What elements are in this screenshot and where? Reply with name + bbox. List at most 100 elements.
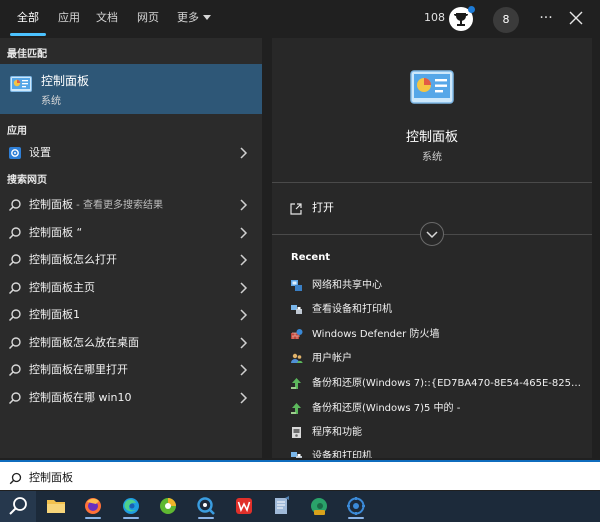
- programs-features-icon: [290, 424, 303, 438]
- edge-icon[interactable]: [116, 494, 146, 519]
- user-accounts-icon: [290, 350, 303, 363]
- recent-item[interactable]: Windows Defender 防火墙: [272, 322, 592, 344]
- green-app-icon[interactable]: [153, 494, 183, 519]
- web-result-query: 控制面板: [29, 198, 73, 211]
- rewards-points: 108: [424, 11, 445, 24]
- backup-restore-icon: [290, 375, 303, 389]
- open-action[interactable]: 打开: [272, 196, 592, 218]
- web-result-3[interactable]: 控制面板主页: [0, 274, 262, 300]
- web-result-1[interactable]: 控制面板 “: [0, 219, 262, 245]
- recent-item[interactable]: 网络和共享中心: [272, 273, 592, 295]
- chevron-down-icon: [203, 15, 211, 20]
- search-icon: [8, 280, 22, 295]
- app-result-label: 设置: [29, 146, 51, 159]
- active-tab-indicator: [10, 33, 46, 36]
- edge-dev-icon[interactable]: [304, 494, 334, 519]
- wps-icon[interactable]: [229, 494, 259, 519]
- avatar[interactable]: 8: [493, 7, 519, 33]
- firewall-icon: [290, 326, 303, 339]
- devices-printers-icon: [290, 448, 303, 458]
- web-result-4[interactable]: 控制面板1: [0, 301, 262, 327]
- recent-heading: Recent: [291, 252, 331, 263]
- taskbar-search-button[interactable]: [0, 491, 36, 522]
- search-icon: [8, 225, 22, 240]
- recent-item-label: 备份和还原(Windows 7)::{ED7BA470-8E54-465E-82…: [312, 378, 584, 389]
- results-pane: 最佳匹配 控制面板 系统 应用 设置 搜索网页 控制面板 - 查看更多搜索结果 …: [0, 38, 262, 458]
- web-result-label: 控制面板1: [29, 308, 80, 321]
- backup-restore-icon: [290, 400, 303, 414]
- devices-printers-icon: [290, 301, 303, 314]
- web-result-2[interactable]: 控制面板怎么打开: [0, 246, 262, 272]
- open-icon: [290, 200, 302, 215]
- app-result-settings[interactable]: 设置: [0, 139, 262, 165]
- notification-dot: [468, 6, 475, 13]
- search-icon: [8, 252, 22, 267]
- control-panel-icon: [10, 76, 32, 92]
- recent-item-label: 设备和打印机: [312, 451, 372, 458]
- recent-item-label: 备份和还原(Windows 7)5 中的 -: [312, 403, 461, 414]
- search-icon: [8, 307, 22, 322]
- search-icon: [8, 197, 22, 212]
- tab-apps[interactable]: 应用: [58, 0, 80, 36]
- chevron-right-icon: [238, 252, 248, 266]
- web-result-5[interactable]: 控制面板怎么放在桌面: [0, 329, 262, 355]
- recent-item[interactable]: 查看设备和打印机: [272, 297, 592, 319]
- taskbar: [0, 491, 600, 522]
- chevron-right-icon: [238, 307, 248, 321]
- search-icon: [9, 470, 22, 485]
- chevron-right-icon: [238, 390, 248, 404]
- web-result-label: 控制面板 - 查看更多搜索结果: [29, 196, 163, 212]
- best-match-title: 控制面板: [41, 74, 90, 88]
- chevron-down-icon: [426, 231, 438, 239]
- search-icon: [8, 335, 22, 350]
- blue-app-icon[interactable]: [191, 494, 221, 519]
- chevron-right-icon: [238, 280, 248, 294]
- tab-more-label: 更多: [177, 11, 199, 24]
- recent-item[interactable]: 用户帐户: [272, 346, 592, 368]
- web-search-heading: 搜索网页: [7, 175, 47, 186]
- search-box[interactable]: 控制面板: [0, 460, 600, 490]
- firefox-icon[interactable]: [78, 494, 108, 519]
- network-settings-icon[interactable]: [341, 494, 371, 519]
- recent-item[interactable]: 备份和还原(Windows 7)::{ED7BA470-8E54-465E-82…: [272, 371, 592, 393]
- notepad-icon[interactable]: [266, 494, 296, 519]
- recent-item[interactable]: 设备和打印机: [272, 444, 592, 458]
- tab-documents[interactable]: 文档: [96, 0, 118, 36]
- web-result-label: 控制面板在哪 win10: [29, 391, 132, 404]
- web-result-label: 控制面板 “: [29, 226, 83, 239]
- file-explorer-icon[interactable]: [41, 494, 71, 519]
- tab-all[interactable]: 全部: [17, 0, 39, 36]
- recent-item[interactable]: 备份和还原(Windows 7)5 中的 -: [272, 396, 592, 418]
- best-match-item[interactable]: 控制面板 系统: [0, 64, 262, 114]
- search-input[interactable]: 控制面板: [29, 469, 73, 485]
- close-icon[interactable]: [566, 8, 586, 28]
- web-result-suffix: - 查看更多搜索结果: [73, 200, 163, 211]
- chevron-right-icon: [238, 145, 248, 159]
- chevron-right-icon: [238, 362, 248, 376]
- recent-item-label: Windows Defender 防火墙: [312, 329, 440, 340]
- divider: [272, 182, 592, 183]
- control-panel-icon: [410, 70, 454, 104]
- open-label: 打开: [312, 201, 334, 214]
- web-result-7[interactable]: 控制面板在哪 win10: [0, 384, 262, 410]
- search-tabs-bar: 全部 应用 文档 网页 更多 108 8 ···: [0, 0, 600, 38]
- web-result-label: 控制面板怎么放在桌面: [29, 336, 139, 349]
- best-match-heading: 最佳匹配: [7, 49, 47, 60]
- web-result-label: 控制面板主页: [29, 281, 95, 294]
- tab-more[interactable]: 更多: [177, 0, 211, 36]
- recent-item[interactable]: 程序和功能: [272, 420, 592, 442]
- apps-heading: 应用: [7, 126, 27, 137]
- chevron-right-icon: [238, 335, 248, 349]
- web-result-0[interactable]: 控制面板 - 查看更多搜索结果: [0, 191, 262, 217]
- tab-web[interactable]: 网页: [137, 0, 159, 36]
- search-icon: [8, 362, 22, 377]
- search-icon: [9, 497, 27, 515]
- preview-subtitle: 系统: [422, 152, 442, 163]
- expand-button[interactable]: [420, 222, 444, 246]
- network-icon: [290, 277, 303, 291]
- more-options-button[interactable]: ···: [536, 6, 556, 30]
- web-result-6[interactable]: 控制面板在哪里打开: [0, 356, 262, 382]
- recent-item-label: 程序和功能: [312, 427, 362, 438]
- best-match-subtitle: 系统: [41, 96, 61, 107]
- recent-item-label: 用户帐户: [312, 353, 352, 364]
